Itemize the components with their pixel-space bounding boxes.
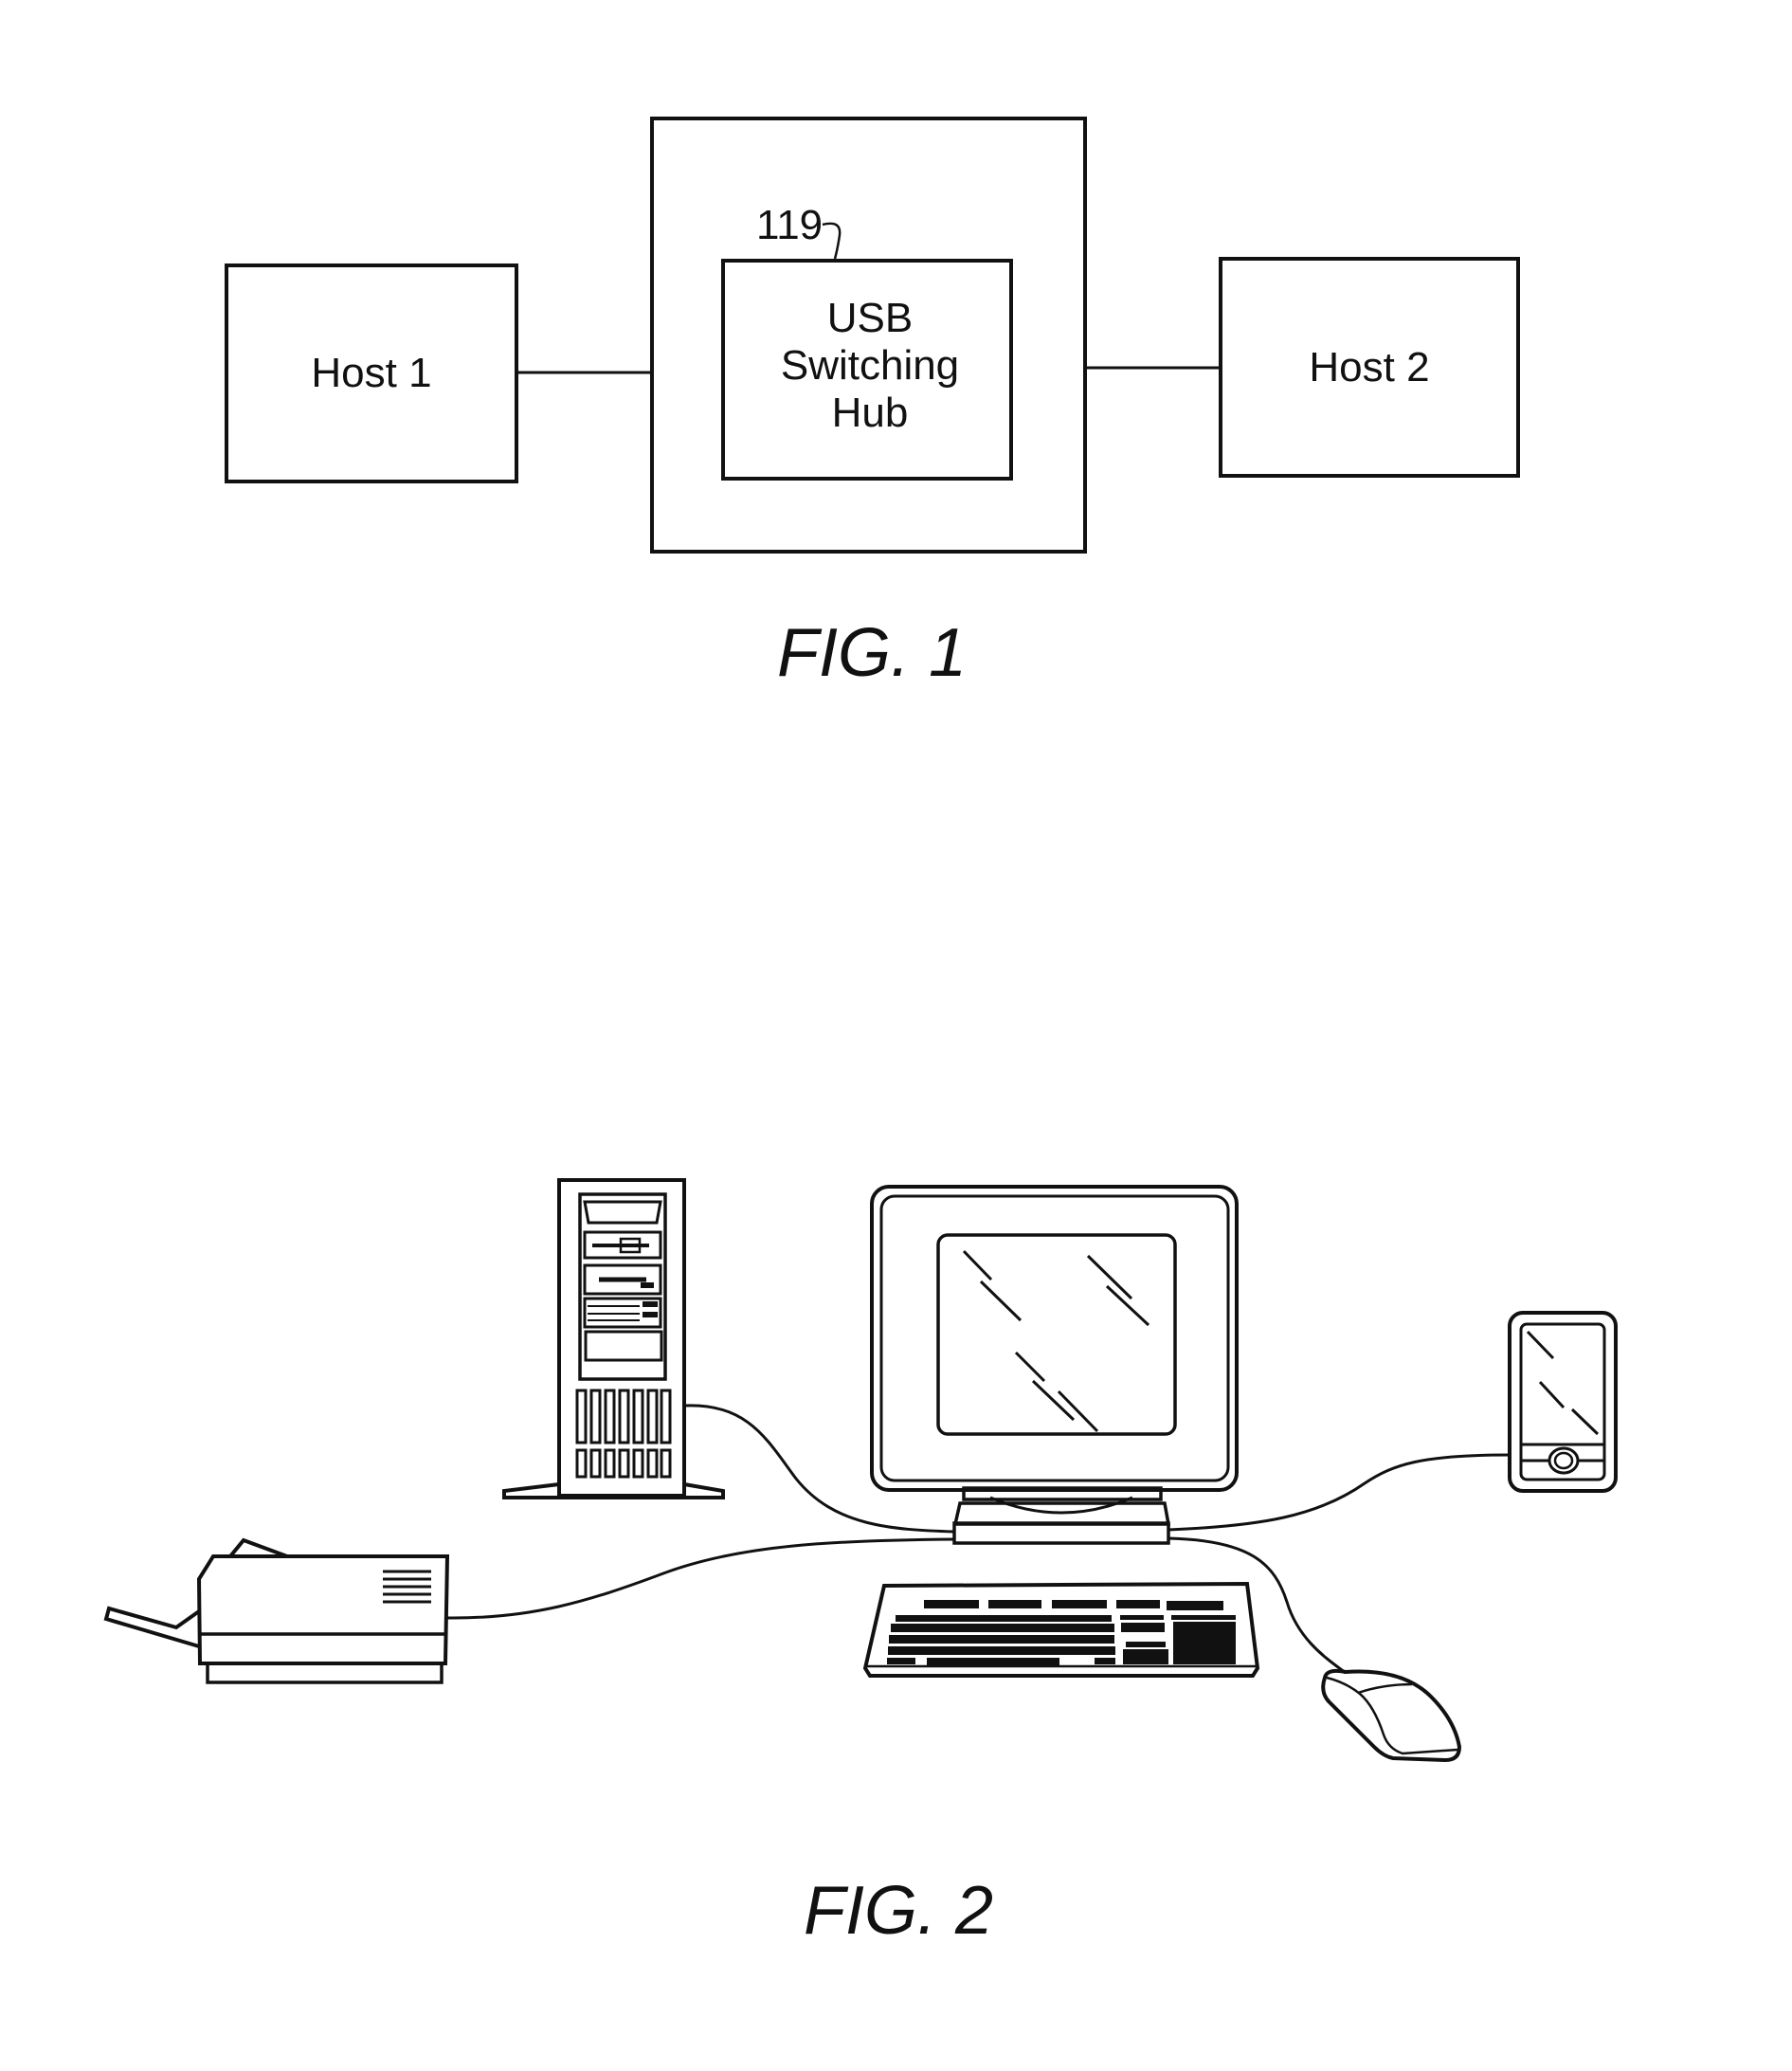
monitor-icon (870, 1185, 1239, 1545)
host2-label: Host 2 (1309, 344, 1429, 391)
cable-pda-to-monitor (1168, 1453, 1511, 1532)
reference-numeral-119: 119 (756, 202, 823, 248)
tower-computer-icon (502, 1178, 725, 1499)
host1-label: Host 1 (311, 350, 431, 396)
printer-icon (103, 1537, 450, 1684)
fig2-caption: FIG. 2 (804, 1873, 993, 1949)
fig2-system-illustration: FIG. 2 (103, 1178, 1618, 1949)
reference-leader-line (822, 222, 842, 260)
hub-label-line2: Switching (781, 342, 959, 389)
handheld-device-icon (1508, 1311, 1618, 1493)
fig1-caption: FIG. 1 (777, 615, 967, 691)
cable-tower-to-monitor (683, 1404, 956, 1534)
hub-label-line3: Hub (832, 390, 909, 436)
hub-label-line1: USB (827, 295, 913, 341)
fig1-block-diagram: Host 1 USB Switching Hub 119 Host 2 FIG.… (225, 117, 1520, 691)
patent-drawing-sheet: Host 1 USB Switching Hub 119 Host 2 FIG.… (103, 117, 1618, 1949)
keyboard-icon (862, 1581, 1260, 1678)
mouse-icon (1321, 1668, 1462, 1763)
